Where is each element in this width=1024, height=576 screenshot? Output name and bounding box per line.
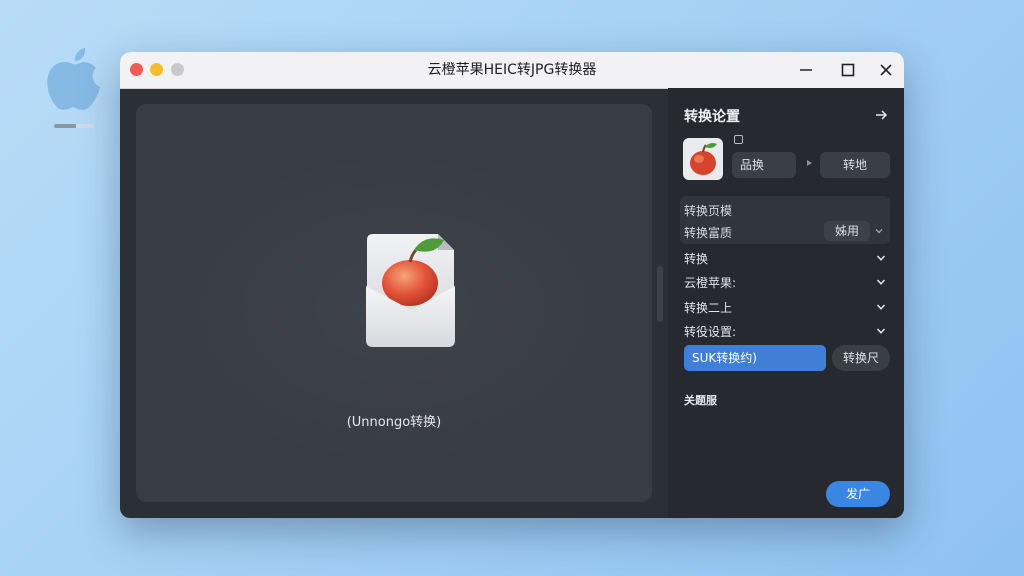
section-settings[interactable]: 转役设置: [684,321,890,341]
panel-splitter-handle[interactable] [657,266,663,322]
panel-title: 转换论置 [684,109,740,125]
checkbox-icon[interactable] [734,135,743,144]
section-convert-upload[interactable]: 转换二上 [684,297,890,317]
chevron-down-icon [876,279,886,285]
settings-panel: 转换论置 品换 转地 转换页模 转换富质 姊用 转换 云橙苹果: 转换二上 转役… [668,88,904,518]
source-file-card: 品换 转地 [680,135,890,180]
desktop-progress-indicator [54,124,94,128]
quality-button[interactable]: 品换 [732,152,796,178]
quality-select[interactable]: 姊用 [824,221,870,241]
apple-thumbnail-icon [683,138,723,180]
property-page-mode: 转换页模 [684,204,733,218]
section-convert[interactable]: 转换 [684,248,890,268]
section-label: 转换二上 [684,301,733,315]
section-label: 转换 [684,252,709,266]
section-brand[interactable]: 云橙苹果: [684,272,890,292]
conversion-properties: 转换页模 转换富质 姊用 [680,196,890,244]
drop-zone[interactable]: (Unnongo转换) [136,104,652,502]
title-bar: 云橙苹果HEIC转JPG转换器 [120,52,904,89]
section-label: 转役设置: [684,325,737,339]
batch-convert-button[interactable]: SUK转换约) [684,345,826,371]
chevron-down-icon [876,255,886,261]
subsection-label: 关题服 [684,394,717,407]
chevron-down-icon [876,304,886,310]
play-arrow-icon [807,160,812,166]
arrow-right-icon[interactable] [874,108,888,122]
chevron-down-icon[interactable] [874,226,884,236]
maximize-icon[interactable] [838,60,858,80]
property-quality: 转换富质 [684,226,733,240]
drop-zone-hint: (Unnongo转换) [346,415,442,430]
window-title: 云橙苹果HEIC转JPG转换器 [427,62,597,78]
app-window: 云橙苹果HEIC转JPG转换器 (Unnongo转换) 转换论置 品换 转地 转… [120,52,904,518]
apple-logo-icon [47,48,100,110]
minimize-icon[interactable] [796,60,816,80]
start-button[interactable]: 发广 [826,481,890,507]
close-icon[interactable] [876,60,896,80]
convert-size-button[interactable]: 转换尺 [832,345,890,371]
heic-file-icon [366,234,455,347]
convert-location-button[interactable]: 转地 [820,152,890,178]
section-label: 云橙苹果: [684,276,737,290]
chevron-down-icon [876,328,886,334]
